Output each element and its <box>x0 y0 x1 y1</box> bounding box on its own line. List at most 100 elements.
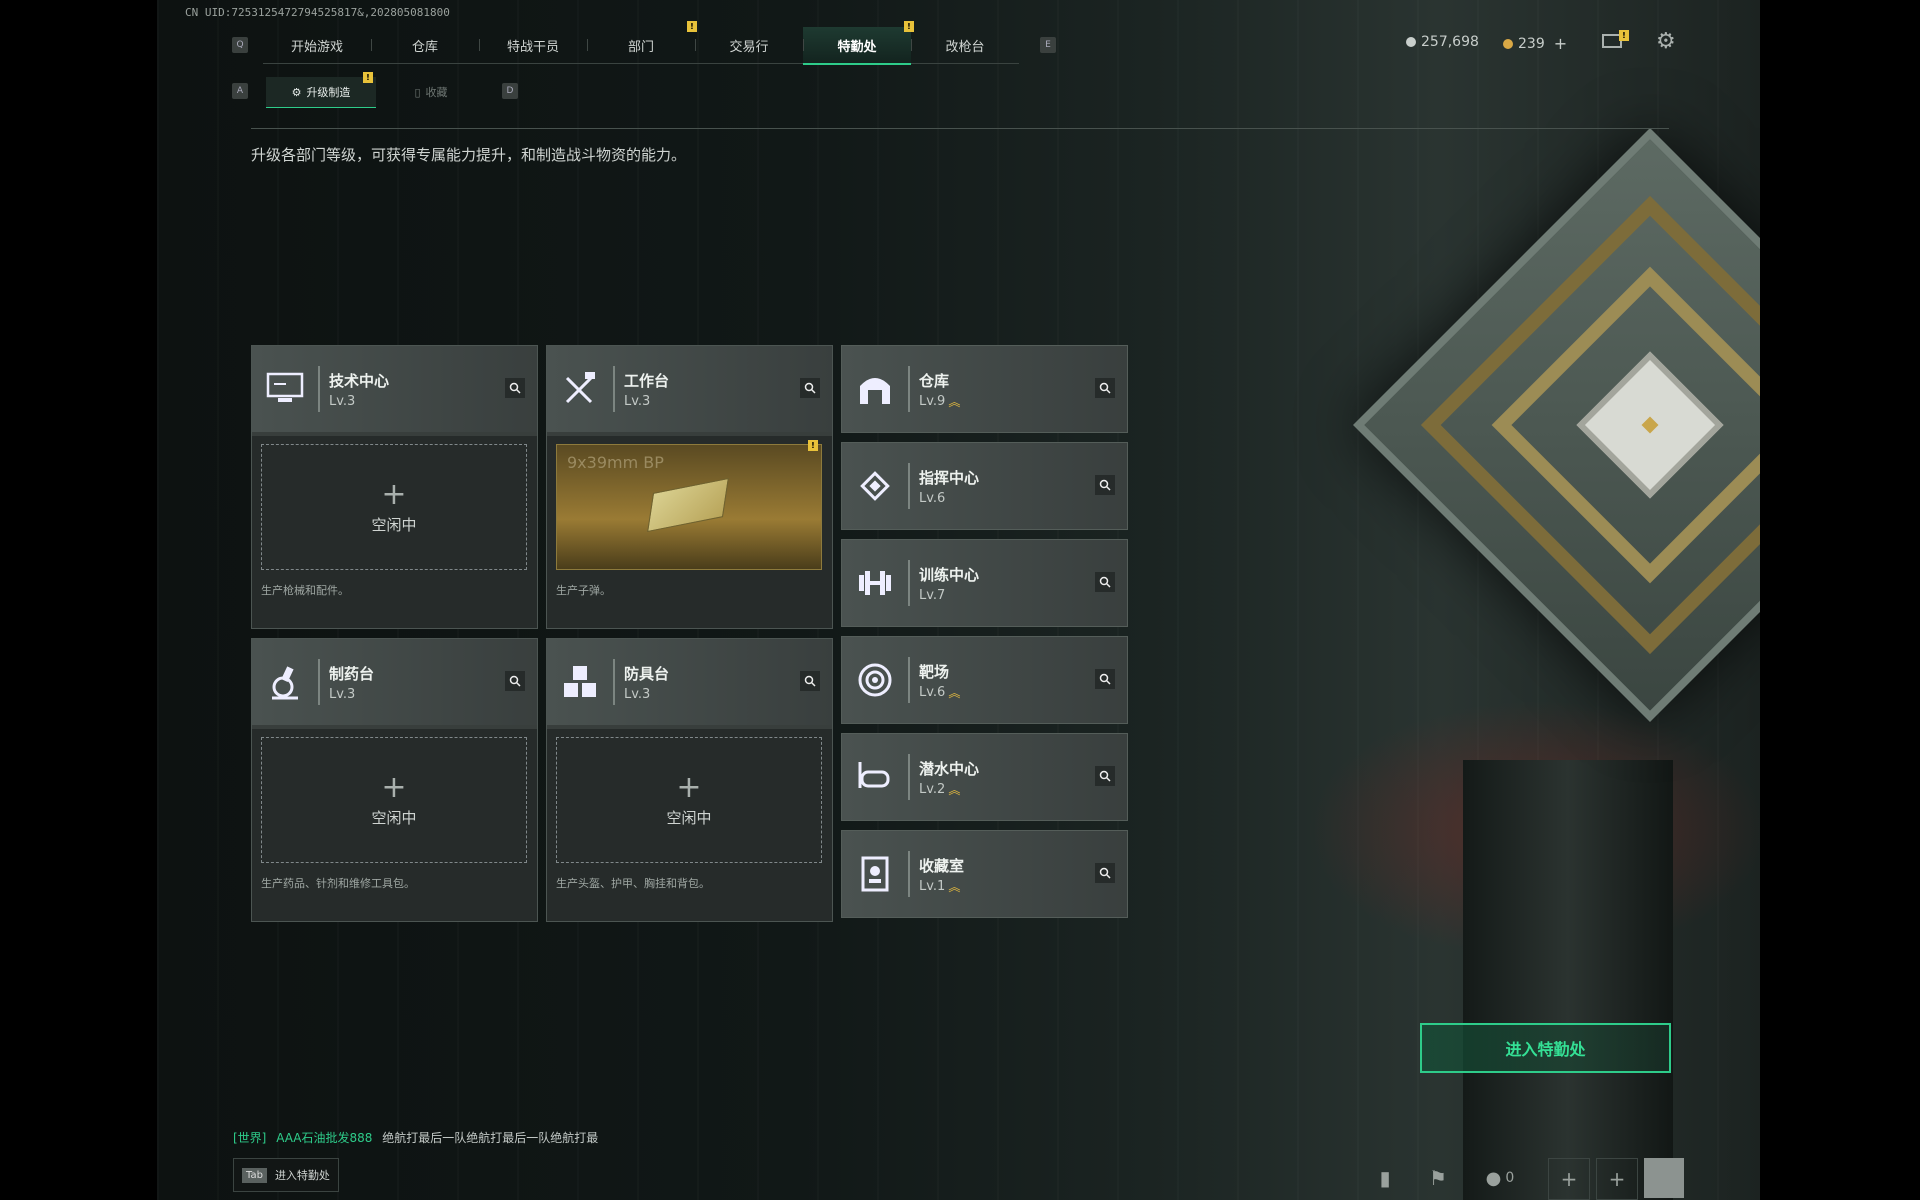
workstation-armor-bench[interactable]: 防具台 Lv.3 + 空闲中 生产头盔、护甲、胸挂和背包。 <box>546 638 833 922</box>
search-icon[interactable] <box>505 671 525 691</box>
header-separator <box>613 659 615 705</box>
tab-trade[interactable]: 交易行 <box>695 27 803 63</box>
facility-card[interactable]: 训练中心 Lv.7 <box>841 539 1128 627</box>
target-icon <box>854 659 896 701</box>
plus-icon: + <box>676 769 702 805</box>
silver-coin-icon <box>1406 37 1416 47</box>
workstation-name: 制药台 <box>329 665 375 683</box>
facility-name: 仓库 <box>919 372 950 390</box>
facility-card[interactable]: 收藏室 Lv.1 ︽ <box>841 830 1128 918</box>
monitor-icon <box>264 368 306 410</box>
search-icon[interactable] <box>800 671 820 691</box>
tab-collection[interactable]: ▯ 收藏 <box>376 77 486 107</box>
workstation-body: + 空闲中 生产头盔、护甲、胸挂和背包。 <box>547 729 832 921</box>
header-separator <box>908 754 910 800</box>
tab-enter-hint[interactable]: Tab 进入特勤处 <box>233 1158 339 1192</box>
tab-start-game[interactable]: 开始游戏 <box>263 27 371 63</box>
search-icon[interactable] <box>800 378 820 398</box>
search-icon[interactable] <box>1095 378 1115 398</box>
chip-icon <box>854 465 896 507</box>
add-slot-button-2[interactable]: + <box>1596 1158 1638 1200</box>
tab-key: Tab <box>242 1167 267 1183</box>
facility-name: 收藏室 <box>919 857 965 875</box>
friends-button[interactable]: ● 0 <box>1475 1158 1525 1198</box>
flag-icon[interactable]: ⚑ <box>1418 1158 1458 1198</box>
workstation-workbench[interactable]: 工作台 Lv.3 9x39mm BP 生产子弹。 <box>546 345 833 629</box>
player-uid: CN UID:7253125472794525817&,202805081800 <box>185 6 450 19</box>
trade-alert-badge: ! <box>687 21 697 32</box>
tab-warehouse[interactable]: 仓库 <box>371 27 479 63</box>
workstation-description: 生产药品、针剂和维修工具包。 <box>261 877 415 890</box>
workstation-header: 制药台 Lv.3 <box>252 639 537 725</box>
level-text: Lv.3 <box>329 394 356 409</box>
chat-channel: [世界] <box>233 1131 267 1145</box>
slot-state: 空闲中 <box>666 808 712 827</box>
producing-item-name: 9x39mm BP <box>567 453 664 472</box>
special-ops-cube-artwork <box>1353 128 1760 722</box>
workstation-header: 技术中心 Lv.3 <box>252 346 537 432</box>
search-icon[interactable] <box>1095 475 1115 495</box>
search-icon[interactable] <box>1095 572 1115 592</box>
facility-level: Lv.1 ︽ <box>919 879 960 894</box>
workstation-header: 防具台 Lv.3 <box>547 639 832 725</box>
upgrade-available-icon: ︽ <box>948 685 961 700</box>
search-icon[interactable] <box>1095 863 1115 883</box>
enter-special-ops-button[interactable]: 进入特勤处 <box>1420 1023 1671 1073</box>
header-separator <box>908 657 910 703</box>
facility-name: 指挥中心 <box>919 469 980 487</box>
tab-special-ops[interactable]: 特勤处 <box>803 27 911 65</box>
level-text: Lv.1 <box>919 879 946 894</box>
level-text: Lv.3 <box>624 394 651 409</box>
producing-item-slot[interactable]: 9x39mm BP <box>556 444 822 570</box>
plus-icon: + <box>381 769 407 805</box>
subnav-right-key-hint: D <box>502 83 518 99</box>
header-separator <box>613 366 615 412</box>
mail-alert-badge: ! <box>1619 30 1629 41</box>
add-gold-button[interactable]: + <box>1554 34 1567 53</box>
facility-card[interactable]: 靶场 Lv.6 ︽ <box>841 636 1128 724</box>
workstation-name: 防具台 <box>624 665 670 683</box>
facility-level: Lv.6 ︽ <box>919 685 960 700</box>
workstation-pharmacy[interactable]: 制药台 Lv.3 + 空闲中 生产药品、针剂和维修工具包。 <box>251 638 538 922</box>
tab-operators[interactable]: 特战干员 <box>479 27 587 63</box>
tab-upgrade-craft[interactable]: ⚙ 升级制造 <box>266 77 376 108</box>
facility-card[interactable]: 仓库 Lv.9 ︽ <box>841 345 1128 433</box>
stats-icon[interactable]: ▮ <box>1365 1158 1405 1198</box>
workstation-description: 生产枪械和配件。 <box>261 584 349 597</box>
production-slot[interactable]: + 空闲中 <box>556 737 822 863</box>
search-icon[interactable] <box>1095 669 1115 689</box>
production-slot[interactable]: + 空闲中 <box>261 444 527 570</box>
tab-department[interactable]: 部门 <box>587 27 695 63</box>
workstation-description: 生产头盔、护甲、胸挂和背包。 <box>556 877 710 890</box>
workstation-level: Lv.3 <box>329 394 355 409</box>
workstation-tech-center[interactable]: 技术中心 Lv.3 + 空闲中 生产枪械和配件。 <box>251 345 538 629</box>
upgrade-alert-badge: ! <box>363 72 373 83</box>
production-slot[interactable]: + 空闲中 <box>261 737 527 863</box>
avatar[interactable] <box>1644 1158 1684 1198</box>
gear-icon[interactable]: ⚙ <box>1656 31 1676 53</box>
level-text: Lv.6 <box>919 685 946 700</box>
facility-card[interactable]: 潜水中心 Lv.2 ︽ <box>841 733 1128 821</box>
search-icon[interactable] <box>505 378 525 398</box>
facility-card[interactable]: 指挥中心 Lv.6 <box>841 442 1128 530</box>
workstation-header: 工作台 Lv.3 <box>547 346 832 432</box>
facility-name: 训练中心 <box>919 566 980 584</box>
workstation-body: 9x39mm BP 生产子弹。 <box>547 436 832 628</box>
subnav-left-key-hint: A <box>232 83 248 99</box>
display-case-icon <box>854 853 896 895</box>
tab-gunsmith[interactable]: 改枪台 <box>911 27 1019 63</box>
collection-icon: ▯ <box>414 85 421 99</box>
facility-level: Lv.2 ︽ <box>919 782 960 797</box>
chat-user[interactable]: AAA石油批发888 <box>276 1131 372 1145</box>
slot-state: 空闲中 <box>371 515 417 534</box>
search-icon[interactable] <box>1095 766 1115 786</box>
workstation-body: + 空闲中 生产枪械和配件。 <box>252 436 537 628</box>
level-text: Lv.7 <box>919 588 946 603</box>
sub-nav: ⚙ 升级制造 ▯ 收藏 <box>266 77 486 108</box>
ammo-box-image <box>647 477 729 533</box>
header-separator <box>908 366 910 412</box>
craft-icon: ⚙ <box>291 85 302 99</box>
microscope-icon <box>264 661 306 703</box>
add-slot-button[interactable]: + <box>1548 1158 1590 1200</box>
nav-left-key-hint: Q <box>232 37 248 53</box>
